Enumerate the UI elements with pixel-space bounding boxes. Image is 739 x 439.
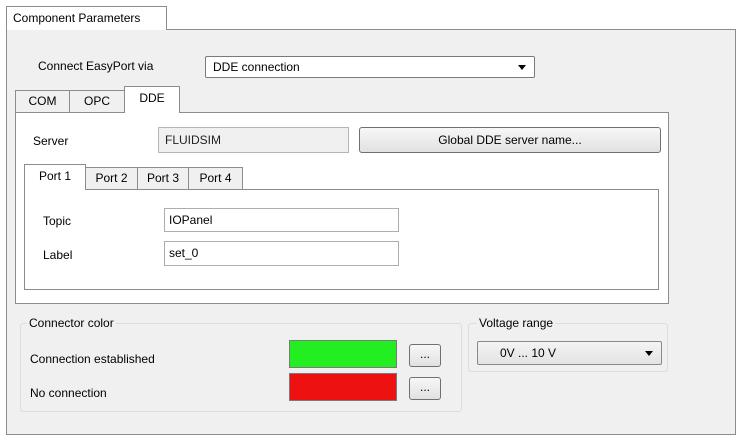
tab-port-2-label: Port 2 [95, 171, 128, 185]
connect-via-label: Connect EasyPort via [38, 59, 154, 73]
tab-dde-label: DDE [139, 91, 165, 105]
no-connection-color-swatch [289, 373, 397, 401]
topic-value: IOPanel [169, 213, 213, 227]
topic-input[interactable]: IOPanel [164, 208, 399, 232]
chevron-down-icon [518, 65, 526, 70]
voltage-range-title: Voltage range [477, 316, 556, 330]
browse-label: ... [419, 380, 430, 394]
tab-port-2[interactable]: Port 2 [85, 167, 138, 189]
tab-port-1-label: Port 1 [38, 169, 71, 183]
label-input[interactable]: set_0 [164, 241, 399, 266]
connect-via-value: DDE connection [213, 60, 300, 74]
tab-component-parameters[interactable]: Component Parameters [6, 6, 167, 30]
voltage-range-value: 0V ... 10 V [500, 346, 557, 360]
label-value: set_0 [169, 246, 199, 260]
connect-via-select[interactable]: DDE connection [205, 56, 535, 78]
server-field: FLUIDSIM [158, 127, 349, 153]
no-connection-label: No connection [30, 386, 107, 400]
tab-com-label: COM [28, 94, 57, 108]
connector-color-title: Connector color [27, 316, 116, 330]
tab-opc-label: OPC [83, 94, 110, 108]
tab-port-3-label: Port 3 [146, 171, 179, 185]
connection-established-color-swatch [289, 340, 397, 368]
tab-port-4[interactable]: Port 4 [188, 167, 243, 189]
voltage-range-select[interactable]: 0V ... 10 V [477, 341, 662, 365]
browse-label: ... [419, 347, 430, 361]
tab-opc[interactable]: OPC [69, 90, 125, 112]
server-value: FLUIDSIM [165, 133, 222, 147]
tab-port-3[interactable]: Port 3 [137, 167, 189, 189]
tab-com[interactable]: COM [15, 90, 70, 112]
tab-component-parameters-label: Component Parameters [13, 11, 141, 25]
chevron-down-icon [645, 351, 653, 356]
global-dde-server-name-button-label: Global DDE server name... [438, 133, 582, 147]
connection-established-browse-button[interactable]: ... [409, 344, 441, 367]
label-field-label: Label [43, 248, 73, 262]
tab-dde[interactable]: DDE [124, 86, 180, 113]
global-dde-server-name-button[interactable]: Global DDE server name... [359, 127, 661, 153]
topic-label: Topic [43, 214, 72, 228]
tab-port-4-label: Port 4 [199, 171, 232, 185]
no-connection-browse-button[interactable]: ... [409, 377, 441, 400]
port-panel [24, 189, 659, 290]
tab-port-1[interactable]: Port 1 [24, 164, 86, 190]
connection-established-label: Connection established [30, 352, 155, 366]
server-label: Server [33, 134, 69, 148]
